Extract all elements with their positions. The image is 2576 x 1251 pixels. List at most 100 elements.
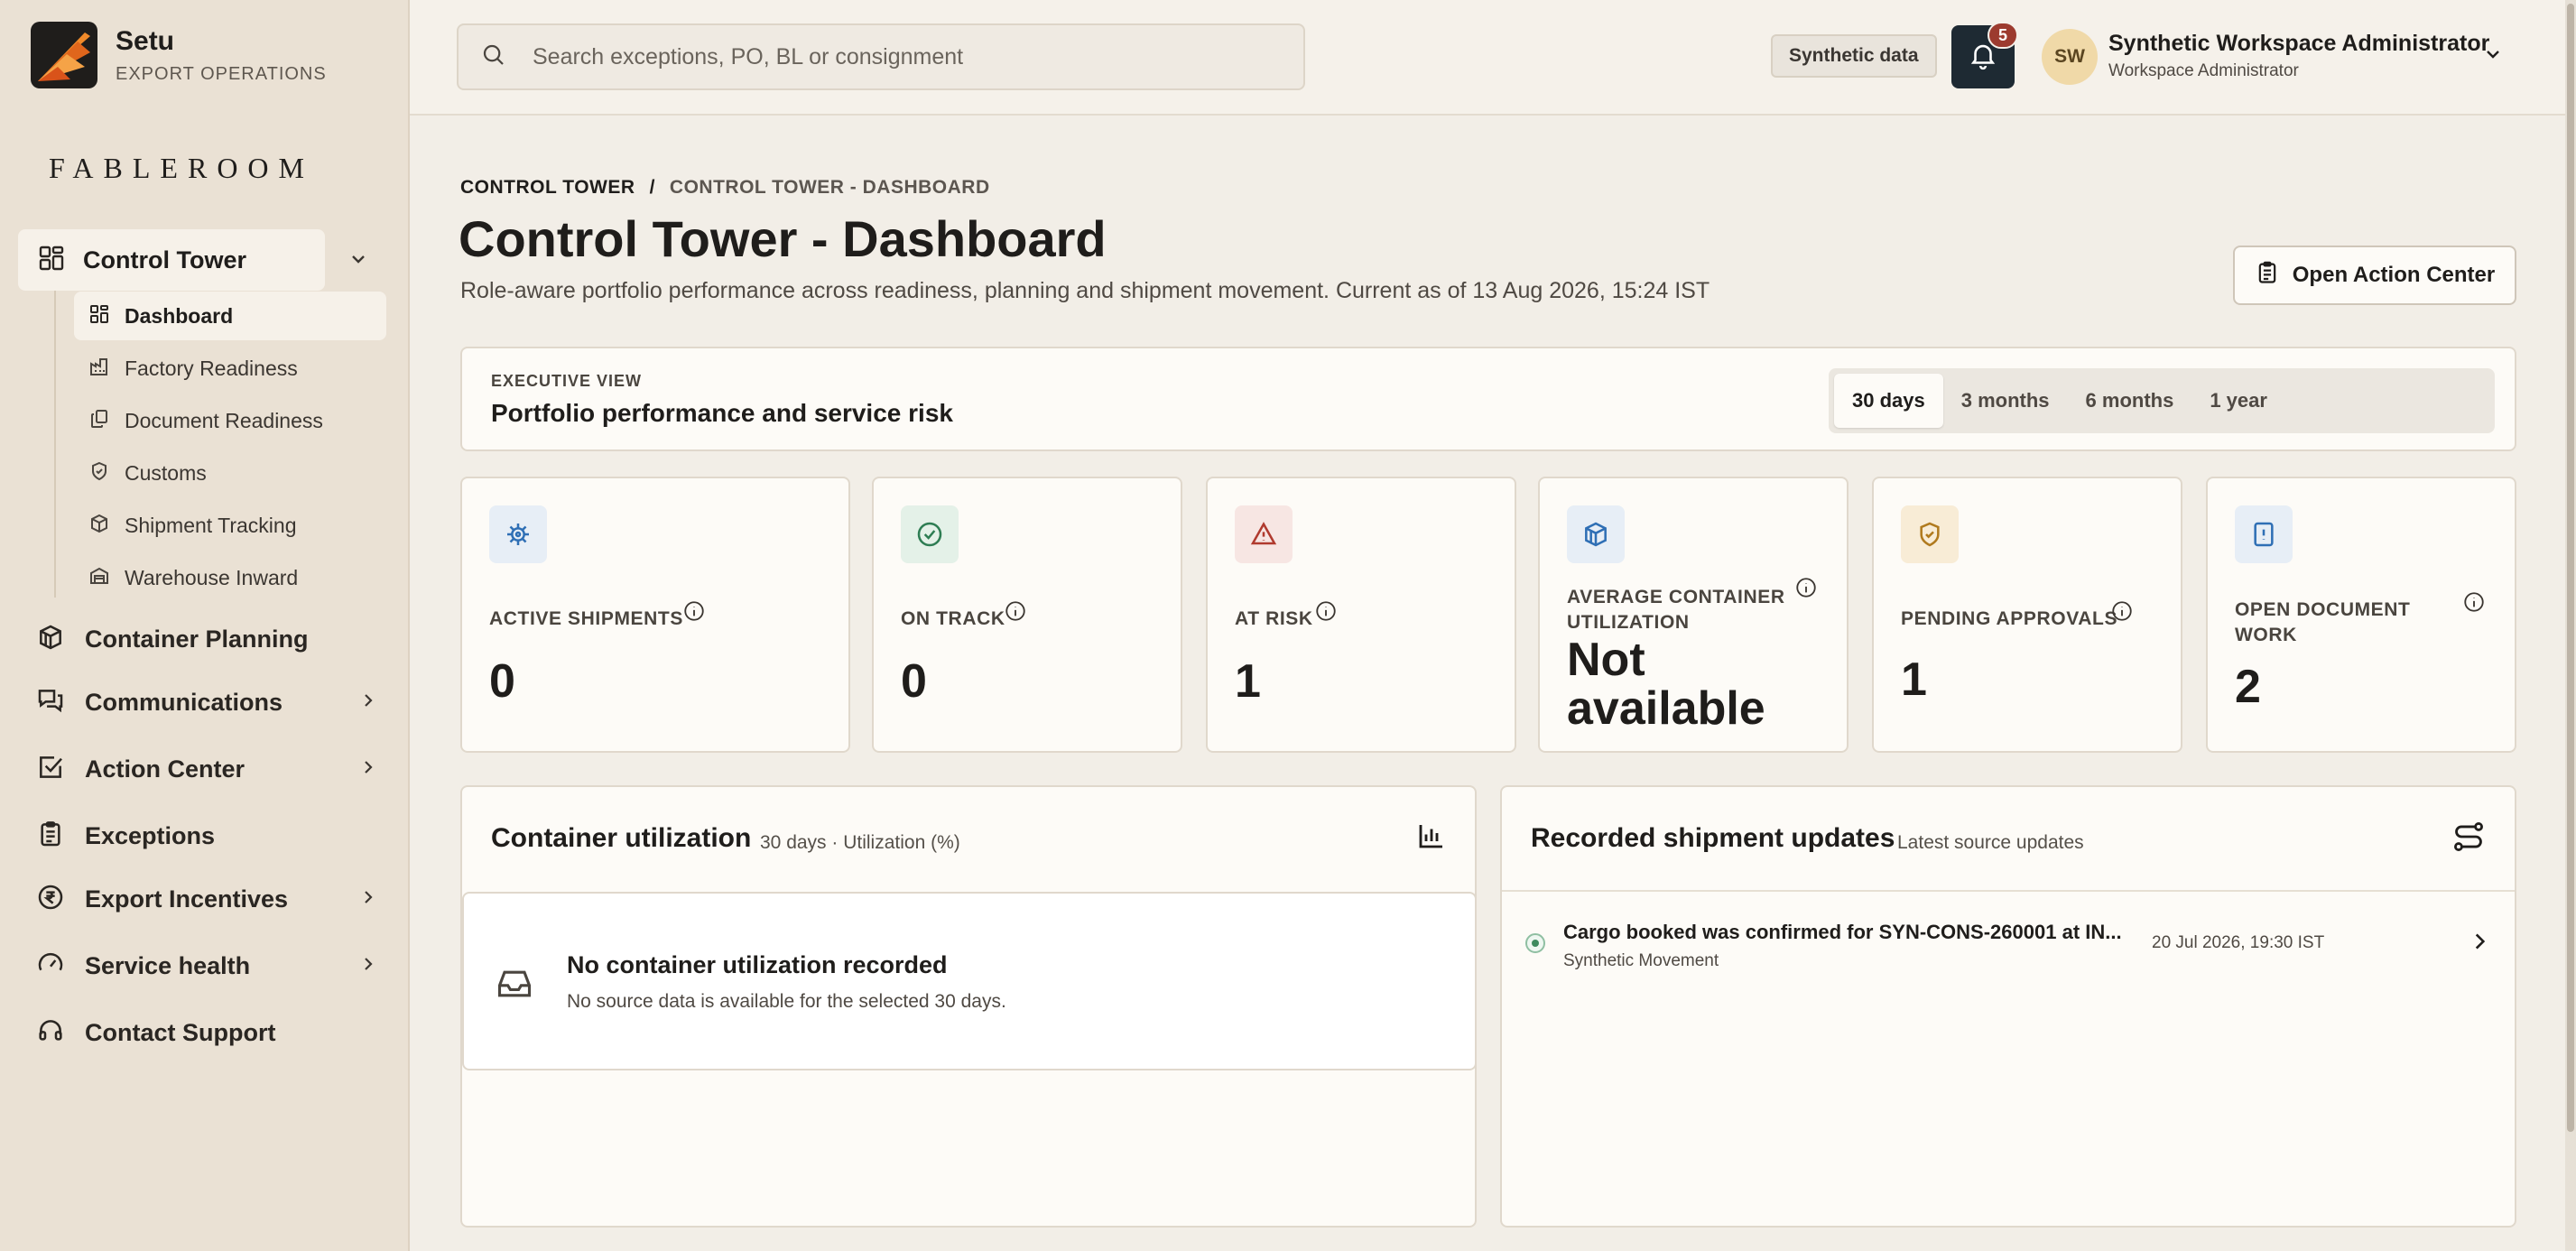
document-alert-icon	[2235, 505, 2293, 563]
page-subtitle: Role-aware portfolio performance across …	[460, 278, 1710, 303]
sidebar-item-document-readiness[interactable]: Document Readiness	[74, 396, 386, 445]
kpi-card-pending-approvals[interactable]: PENDING APPROVALS 1	[1872, 477, 2182, 753]
chevron-right-icon[interactable]	[2468, 930, 2491, 958]
search-icon	[480, 42, 507, 73]
brand[interactable]: Setu EXPORT OPERATIONS	[31, 22, 327, 88]
breadcrumb: CONTROL TOWER / CONTROL TOWER - DASHBOAR…	[460, 177, 990, 199]
range-1-year[interactable]: 1 year	[2191, 374, 2285, 428]
sidebar-group-control-tower[interactable]: Control Tower	[18, 229, 325, 291]
sidebar-item-label: Export Incentives	[85, 885, 289, 913]
sidebar-item-customs[interactable]: Customs	[74, 449, 386, 497]
kpi-card-active-shipments[interactable]: ACTIVE SHIPMENTS 0	[460, 477, 850, 753]
sidebar-item-warehouse-inward[interactable]: Warehouse Inward	[74, 553, 386, 602]
inbox-icon	[495, 964, 534, 1008]
container-icon	[1567, 505, 1625, 563]
brand-name: Setu	[116, 25, 175, 56]
sidebar-item-factory-readiness[interactable]: Factory Readiness	[74, 344, 386, 393]
sidebar-item-service-health[interactable]: Service health	[36, 939, 379, 993]
chevron-down-icon[interactable]	[2482, 43, 2504, 70]
status-dot-icon	[1525, 933, 1545, 953]
sidebar-item-label: Customs	[125, 460, 207, 485]
notification-count-badge: 5	[1988, 22, 2018, 49]
clipboard-icon	[36, 820, 65, 853]
kpi-card-at-risk[interactable]: AT RISK 1	[1206, 477, 1516, 753]
kpi-value: 0	[901, 655, 927, 708]
range-30-days[interactable]: 30 days	[1834, 374, 1943, 428]
time-range-selector: 30 days 3 months 6 months 1 year	[1829, 368, 2495, 433]
kpi-card-open-document-work[interactable]: OPEN DOCUMENT WORK 2	[2206, 477, 2516, 753]
info-icon[interactable]	[1004, 599, 1027, 627]
checklist-icon	[36, 753, 65, 786]
kpi-card-average-container-utilization[interactable]: AVERAGE CONTAINER UTILIZATION Not availa…	[1538, 477, 1849, 753]
panel-title: Recorded shipment updates	[1531, 823, 1895, 853]
route-icon[interactable]	[2451, 820, 2486, 858]
dashboard-icon	[38, 245, 65, 276]
top-bar: Synthetic data 5 SW Synthetic Workspace …	[410, 0, 2576, 116]
warning-icon	[1235, 505, 1293, 563]
info-icon[interactable]	[682, 599, 706, 627]
sidebar-item-contact-support[interactable]: Contact Support	[36, 1005, 379, 1060]
subnav-rail	[54, 291, 56, 598]
page-title: Control Tower - Dashboard	[459, 210, 1107, 267]
sidebar-item-shipment-tracking[interactable]: Shipment Tracking	[74, 501, 386, 550]
clipboard-icon	[2255, 260, 2280, 292]
search-input[interactable]	[533, 43, 1273, 70]
synthetic-data-badge: Synthetic data	[1771, 34, 1937, 78]
sidebar: Setu EXPORT OPERATIONS FABLEROOM Control…	[0, 0, 410, 1251]
empty-state: No container utilization recorded No sou…	[462, 892, 1475, 1070]
sidebar-item-label: Container Planning	[85, 625, 309, 653]
info-icon[interactable]	[2110, 599, 2134, 627]
brand-logo	[31, 22, 97, 88]
chevron-right-icon	[359, 758, 377, 781]
ship-wheel-icon	[489, 505, 547, 563]
warehouse-icon	[88, 565, 110, 591]
chevron-right-icon	[359, 888, 377, 911]
sidebar-item-label: Factory Readiness	[125, 356, 298, 380]
dashboard-icon	[88, 303, 110, 329]
range-3-months[interactable]: 3 months	[1943, 374, 2068, 428]
chevron-down-icon[interactable]	[343, 244, 374, 274]
headset-icon	[36, 1016, 65, 1050]
search-box[interactable]	[457, 23, 1305, 90]
panel-subtitle: Latest source updates	[1897, 832, 2084, 853]
org-wordmark: FABLEROOM	[49, 152, 314, 184]
sidebar-item-label: Dashboard	[125, 303, 234, 328]
kpi-label: ACTIVE SHIPMENTS	[489, 608, 683, 629]
sidebar-item-label: Exceptions	[85, 821, 216, 849]
brand-subtitle: EXPORT OPERATIONS	[116, 63, 327, 84]
kpi-label: AVERAGE CONTAINER UTILIZATION	[1567, 587, 1785, 633]
breadcrumb-current: CONTROL TOWER - DASHBOARD	[669, 177, 990, 198]
kpi-card-on-track[interactable]: ON TRACK 0	[872, 477, 1182, 753]
sidebar-item-communications[interactable]: Communications	[36, 675, 379, 729]
kpi-label: OPEN DOCUMENT WORK	[2235, 599, 2411, 645]
sidebar-item-action-center[interactable]: Action Center	[36, 742, 379, 796]
container-icon	[36, 623, 65, 656]
factory-icon	[88, 356, 110, 382]
user-role: Workspace Administrator	[2108, 61, 2299, 80]
bar-chart-icon[interactable]	[1415, 820, 1448, 857]
box-icon	[88, 513, 110, 539]
executive-view-bar: EXECUTIVE VIEW Portfolio performance and…	[460, 347, 2516, 451]
user-name[interactable]: Synthetic Workspace Administrator	[2108, 31, 2489, 57]
sidebar-item-exceptions[interactable]: Exceptions	[36, 809, 379, 863]
info-icon[interactable]	[1314, 599, 1338, 627]
info-icon[interactable]	[1794, 576, 1818, 604]
kpi-label: AT RISK	[1235, 608, 1313, 629]
update-title: Cargo booked was confirmed for SYN-CONS-…	[1563, 921, 2122, 943]
sidebar-item-export-incentives[interactable]: Export Incentives	[36, 872, 379, 926]
gauge-icon	[36, 950, 65, 983]
sidebar-item-label: Document Readiness	[125, 408, 323, 432]
open-action-center-button[interactable]: Open Action Center	[2233, 246, 2516, 305]
range-6-months[interactable]: 6 months	[2068, 374, 2192, 428]
kpi-label: ON TRACK	[901, 608, 1005, 629]
sidebar-item-dashboard[interactable]: Dashboard	[74, 292, 386, 340]
info-icon[interactable]	[2462, 590, 2486, 618]
section-kicker: EXECUTIVE VIEW	[491, 372, 643, 390]
chevron-right-icon	[359, 691, 377, 714]
page-scrollbar[interactable]	[2565, 0, 2576, 1251]
sidebar-group-label: Control Tower	[83, 246, 246, 273]
sidebar-item-container-planning[interactable]: Container Planning	[36, 612, 379, 666]
empty-state-title: No container utilization recorded	[567, 951, 948, 978]
breadcrumb-item[interactable]: CONTROL TOWER	[460, 177, 635, 199]
avatar[interactable]: SW	[2042, 29, 2098, 85]
